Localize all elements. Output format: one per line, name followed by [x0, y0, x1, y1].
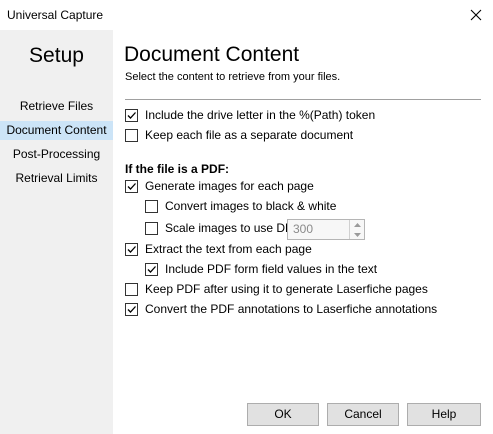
drive-letter-option[interactable]: Include the drive letter in the %(Path) … — [125, 107, 375, 123]
window-title: Universal Capture — [7, 8, 104, 22]
separate-document-option[interactable]: Keep each file as a separate document — [125, 127, 353, 143]
scale-dpi-checkbox[interactable] — [145, 221, 158, 235]
help-button[interactable]: Help — [407, 403, 481, 426]
extract-text-option[interactable]: Extract the text from each page — [125, 241, 312, 257]
arrow-up-icon — [353, 222, 361, 227]
black-white-label: Convert images to black & white — [165, 199, 337, 213]
arrow-down-icon — [353, 232, 361, 237]
annotations-label: Convert the PDF annotations to Laserfich… — [145, 302, 438, 316]
keep-pdf-checkbox[interactable] — [125, 282, 138, 296]
cancel-button[interactable]: Cancel — [327, 403, 399, 426]
sidebar-item-post-processing[interactable]: Post-Processing — [0, 145, 113, 164]
main-content: Document Content Select the content to r… — [113, 30, 493, 434]
drive-letter-label: Include the drive letter in the %(Path) … — [145, 108, 376, 122]
black-white-checkbox[interactable] — [145, 199, 158, 213]
checkmark-icon — [127, 305, 136, 313]
form-fields-checkbox[interactable] — [145, 262, 158, 276]
checkmark-icon — [127, 245, 136, 253]
page-title: Document Content — [124, 43, 300, 66]
separate-document-label: Keep each file as a separate document — [145, 128, 354, 142]
generate-images-checkbox[interactable] — [125, 179, 138, 193]
annotations-option[interactable]: Convert the PDF annotations to Laserfich… — [125, 301, 437, 317]
sidebar: Setup Retrieve Files Document Content Po… — [0, 30, 113, 434]
checkmark-icon — [127, 182, 136, 190]
pdf-section-label: If the file is a PDF: — [125, 162, 230, 176]
black-white-option[interactable]: Convert images to black & white — [145, 198, 336, 214]
title-bar: Universal Capture — [0, 0, 493, 30]
checkmark-icon — [147, 265, 156, 273]
extract-text-label: Extract the text from each page — [145, 242, 312, 256]
close-icon — [470, 9, 482, 21]
dpi-increment-button[interactable] — [350, 220, 364, 229]
annotations-checkbox[interactable] — [125, 302, 138, 316]
dpi-decrement-button[interactable] — [350, 230, 364, 239]
sidebar-item-document-content[interactable]: Document Content — [0, 121, 113, 140]
dpi-spin-buttons — [349, 220, 364, 239]
form-fields-option[interactable]: Include PDF form field values in the tex… — [145, 261, 377, 277]
separate-document-checkbox[interactable] — [125, 128, 138, 142]
extract-text-checkbox[interactable] — [125, 242, 138, 256]
dpi-spinbox[interactable]: 300 — [287, 219, 365, 240]
checkmark-icon — [127, 111, 136, 119]
scale-dpi-label: Scale images to use DPI: — [165, 221, 300, 235]
ok-button[interactable]: OK — [247, 403, 319, 426]
close-button[interactable] — [462, 2, 490, 28]
generate-images-label: Generate images for each page — [145, 179, 314, 193]
page-subtitle: Select the content to retrieve from your… — [125, 71, 341, 83]
sidebar-item-retrieve-files[interactable]: Retrieve Files — [0, 97, 113, 116]
form-fields-label: Include PDF form field values in the tex… — [165, 262, 378, 276]
generate-images-option[interactable]: Generate images for each page — [125, 178, 314, 194]
divider — [125, 99, 481, 100]
keep-pdf-label: Keep PDF after using it to generate Lase… — [145, 282, 428, 296]
drive-letter-checkbox[interactable] — [125, 108, 138, 122]
dpi-value: 300 — [293, 222, 314, 236]
sidebar-item-retrieval-limits[interactable]: Retrieval Limits — [0, 169, 113, 188]
keep-pdf-option[interactable]: Keep PDF after using it to generate Lase… — [125, 281, 428, 297]
scale-dpi-option[interactable]: Scale images to use DPI: — [145, 220, 300, 236]
sidebar-heading: Setup — [29, 44, 84, 67]
